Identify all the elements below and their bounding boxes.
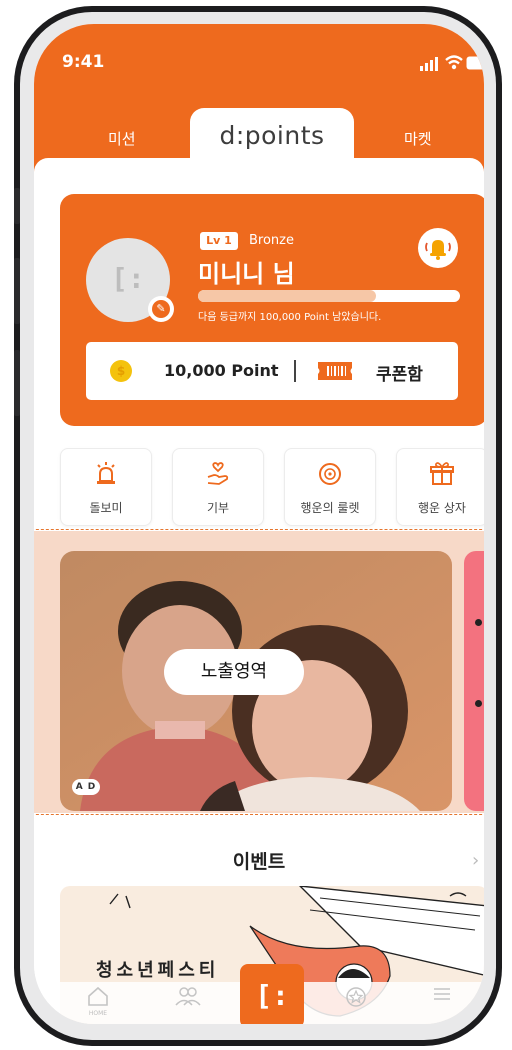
home-icon [88,986,108,1006]
nav-home[interactable]: HOME [68,986,128,1017]
nav-friends[interactable] [158,986,218,1010]
mute-switch [14,188,20,224]
nav-label: HOME [88,1010,108,1017]
grade-label: Bronze [249,233,294,248]
quick-menu-lucky-box[interactable]: 행운 상자 [396,448,484,526]
wifi-icon [444,54,464,74]
chevron-right-icon[interactable]: › [472,850,479,871]
home-brand-button[interactable]: [: [240,964,304,1024]
user-name: 미니니 님 [198,260,295,288]
hamburger-menu-icon [434,988,450,1000]
festival-title: 청소년페스티 [96,960,220,981]
grade-progress-fill [198,290,377,302]
coin-icon: $ [110,360,132,382]
dpoints-logo: d:points [219,121,325,150]
divider [294,360,296,382]
quick-menu-label: 행운의 룰렛 [300,501,360,515]
gift-box-icon [430,462,454,485]
nav-events[interactable] [326,986,386,1012]
notification-button[interactable] [418,228,458,268]
donation-hand-icon [207,462,229,485]
quick-menu-roulette[interactable]: 행운의 룰렛 [284,448,376,526]
level-badge: Lv 1 [200,232,238,250]
coupon-box-button[interactable]: 쿠폰함 [376,360,423,385]
volume-down-button [14,350,20,416]
bell-icon [425,240,451,260]
quick-menu-label: 행운 상자 [418,501,466,515]
battery-icon [466,55,484,74]
exposure-area-outline [34,529,484,815]
quick-menu-label: 돌보미 [89,501,123,515]
roulette-icon [319,463,341,485]
cellular-icon [420,56,440,75]
event-section-title: 이벤트 [232,851,286,873]
friends-icon [175,987,201,1006]
status-time: 9:41 [62,52,105,72]
pencil-icon: ✎ [152,300,170,318]
tab-mission[interactable]: 미션 [108,128,136,149]
point-balance[interactable]: 10,000 Point [164,361,279,380]
grade-progress-text: 다음 등급까지 100,000 Point 남았습니다. [198,312,382,323]
avatar-placeholder-icon: [: [111,262,145,295]
coupon-icon [318,362,352,384]
quick-menu-babysitter[interactable]: 돌보미 [60,448,152,526]
tab-market[interactable]: 마켓 [404,128,432,149]
quick-menu-label: 기부 [206,501,230,515]
star-badge-icon [346,987,366,1007]
alarm-icon [97,462,115,484]
quick-menu-donation[interactable]: 기부 [172,448,264,526]
screen: 9:41 미션 d:points 마켓 [: ✎ Lv 1 Bronze 미니니… [34,24,484,1024]
nav-menu[interactable] [412,986,472,1006]
volume-up-button [14,258,20,324]
